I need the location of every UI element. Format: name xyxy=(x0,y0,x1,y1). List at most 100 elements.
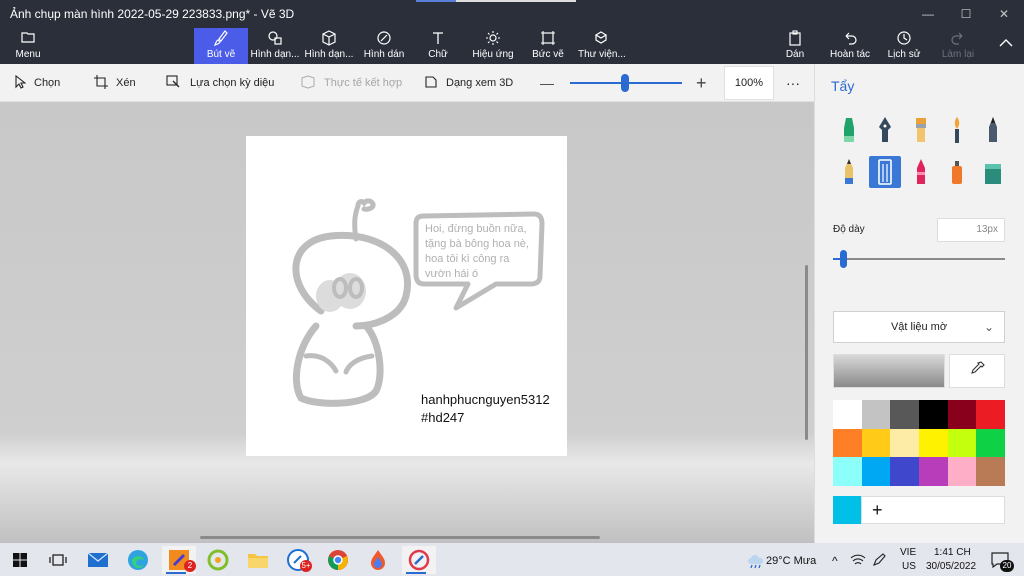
color-swatch[interactable] xyxy=(861,457,891,486)
undo-button[interactable]: Hoàn tác xyxy=(828,28,872,64)
color-swatch[interactable] xyxy=(918,428,948,458)
taskbar-chrome[interactable] xyxy=(324,546,352,574)
vertical-scrollbar[interactable] xyxy=(805,265,808,440)
signature-tag: #hd247 xyxy=(421,410,465,425)
magic-select-label: Lựa chọn kỳ diệu xyxy=(190,77,275,89)
eraser-icon[interactable] xyxy=(869,156,901,188)
select-tool[interactable]: Chọn xyxy=(14,64,60,102)
language-line-1[interactable]: VIE xyxy=(900,547,916,558)
material-dropdown[interactable]: Vật liệu mờ ⌄ xyxy=(833,311,1005,343)
color-swatch[interactable] xyxy=(976,457,1005,486)
thickness-slider-thumb[interactable] xyxy=(840,250,847,268)
zoom-slider-thumb[interactable] xyxy=(621,74,629,92)
history-button[interactable]: Lịch sử xyxy=(886,28,922,64)
spray-can-icon[interactable] xyxy=(941,156,973,188)
collapse-ribbon-button[interactable] xyxy=(994,28,1018,64)
color-swatch[interactable] xyxy=(947,400,977,429)
taskbar-mail[interactable] xyxy=(84,546,112,574)
marker-icon[interactable] xyxy=(833,114,865,146)
drawing-canvas[interactable]: Hoi, đừng buồn nữa, tặng bà bông hoa nè,… xyxy=(246,136,567,456)
magic-select-tool[interactable]: Lựa chọn kỳ diệu xyxy=(166,64,274,102)
color-swatch[interactable] xyxy=(918,400,948,429)
network-icon[interactable] xyxy=(850,553,866,570)
start-button[interactable] xyxy=(6,546,34,574)
tab-3d-library[interactable]: Thư viện... xyxy=(578,28,626,64)
color-swatch[interactable] xyxy=(833,400,862,429)
taskbar-paint3d-orange[interactable]: 2 xyxy=(162,546,196,574)
horizontal-scrollbar[interactable] xyxy=(200,536,600,539)
thickness-slider[interactable] xyxy=(833,258,1005,260)
paste-button[interactable]: Dán xyxy=(782,28,808,64)
speech-line-1: Hoi, đừng buồn nữa, xyxy=(425,223,527,235)
eyedropper-button[interactable] xyxy=(949,354,1005,388)
window-title: Ảnh chụp màn hình 2022-05-29 223833.png*… xyxy=(10,7,295,21)
calligraphy-pen-icon[interactable] xyxy=(869,114,901,146)
color-swatch[interactable] xyxy=(890,428,919,458)
tab-2d-shapes[interactable]: Hình dạn... xyxy=(250,28,300,64)
zoom-level[interactable]: 100% xyxy=(724,66,774,100)
pixel-pen-icon[interactable] xyxy=(977,114,1009,146)
color-swatch[interactable] xyxy=(918,457,948,486)
active-indicator xyxy=(406,572,426,574)
color-swatch[interactable] xyxy=(861,400,891,429)
add-color-button[interactable]: + xyxy=(861,496,1005,524)
pen-icon[interactable] xyxy=(872,553,886,570)
custom-color-swatch[interactable] xyxy=(833,496,861,524)
minimize-button[interactable]: — xyxy=(918,4,938,24)
color-swatch[interactable] xyxy=(890,457,919,486)
zoom-in-button[interactable]: + xyxy=(696,64,707,102)
color-swatch[interactable] xyxy=(833,428,862,458)
language-line-2[interactable]: US xyxy=(902,561,916,572)
tab-effects[interactable]: Hiệu ứng xyxy=(470,28,516,64)
chevron-up-icon[interactable]: ^ xyxy=(832,554,838,568)
history-icon xyxy=(886,30,922,48)
rain-icon xyxy=(748,554,764,569)
library-icon xyxy=(578,30,624,48)
close-button[interactable]: ✕ xyxy=(994,4,1014,24)
cube-icon xyxy=(304,30,354,48)
crop-label: Xén xyxy=(116,77,136,89)
color-swatch[interactable] xyxy=(947,428,977,458)
doodle-character xyxy=(292,198,545,407)
notifications-button[interactable]: 20 xyxy=(986,546,1014,574)
zoom-out-button[interactable]: — xyxy=(540,64,554,102)
more-button[interactable]: ··· xyxy=(786,64,800,102)
color-swatch[interactable] xyxy=(947,457,977,486)
crop-tool[interactable]: Xén xyxy=(94,64,136,102)
taskbar-app-green[interactable] xyxy=(204,546,232,574)
clock-time[interactable]: 1:41 CH xyxy=(934,547,971,558)
tab-text[interactable]: Chữ xyxy=(420,28,456,64)
taskbar-edge[interactable] xyxy=(124,546,152,574)
taskbar-app-rocket[interactable]: 5+ xyxy=(284,546,312,574)
watercolor-icon[interactable] xyxy=(941,114,973,146)
pencil-icon[interactable] xyxy=(833,156,865,188)
redo-button[interactable]: Làm lại xyxy=(940,28,976,64)
tab-3d-shapes[interactable]: Hình dạn... xyxy=(304,28,354,64)
color-swatch[interactable] xyxy=(890,400,919,429)
tab-canvas[interactable]: Bức vẽ xyxy=(528,28,568,64)
fill-icon[interactable] xyxy=(977,156,1009,188)
color-swatch[interactable] xyxy=(833,457,862,486)
task-view-button[interactable] xyxy=(44,546,72,574)
mixed-reality-tool[interactable]: Thực tế kết hợp xyxy=(300,64,402,102)
color-swatch[interactable] xyxy=(976,400,1005,429)
maximize-button[interactable]: ☐ xyxy=(956,4,976,24)
color-swatch[interactable] xyxy=(861,428,891,458)
taskbar-paint3d[interactable] xyxy=(402,546,436,574)
notification-count: 20 xyxy=(1000,560,1014,572)
3d-view-tool[interactable]: Dạng xem 3D xyxy=(424,64,513,102)
tab-stickers[interactable]: Hình dán xyxy=(362,28,406,64)
taskbar: 2 5+ 29°C Mưa ^ VIE US 1:41 CH 30/05/202… xyxy=(0,543,1024,576)
color-swatch[interactable] xyxy=(976,428,1005,458)
color-palette xyxy=(833,400,1005,486)
taskbar-paint-drop[interactable] xyxy=(364,546,392,574)
taskbar-file-explorer[interactable] xyxy=(244,546,272,574)
clock-date[interactable]: 30/05/2022 xyxy=(926,561,976,572)
crayon-icon[interactable] xyxy=(905,156,937,188)
menu-button[interactable]: Menu xyxy=(8,28,48,64)
undo-label: Hoàn tác xyxy=(829,49,871,60)
oil-brush-icon[interactable] xyxy=(905,114,937,146)
title-accent xyxy=(416,0,456,2)
tab-brushes[interactable]: Bút vẽ xyxy=(194,28,248,64)
thickness-input[interactable]: 13px xyxy=(937,218,1005,242)
